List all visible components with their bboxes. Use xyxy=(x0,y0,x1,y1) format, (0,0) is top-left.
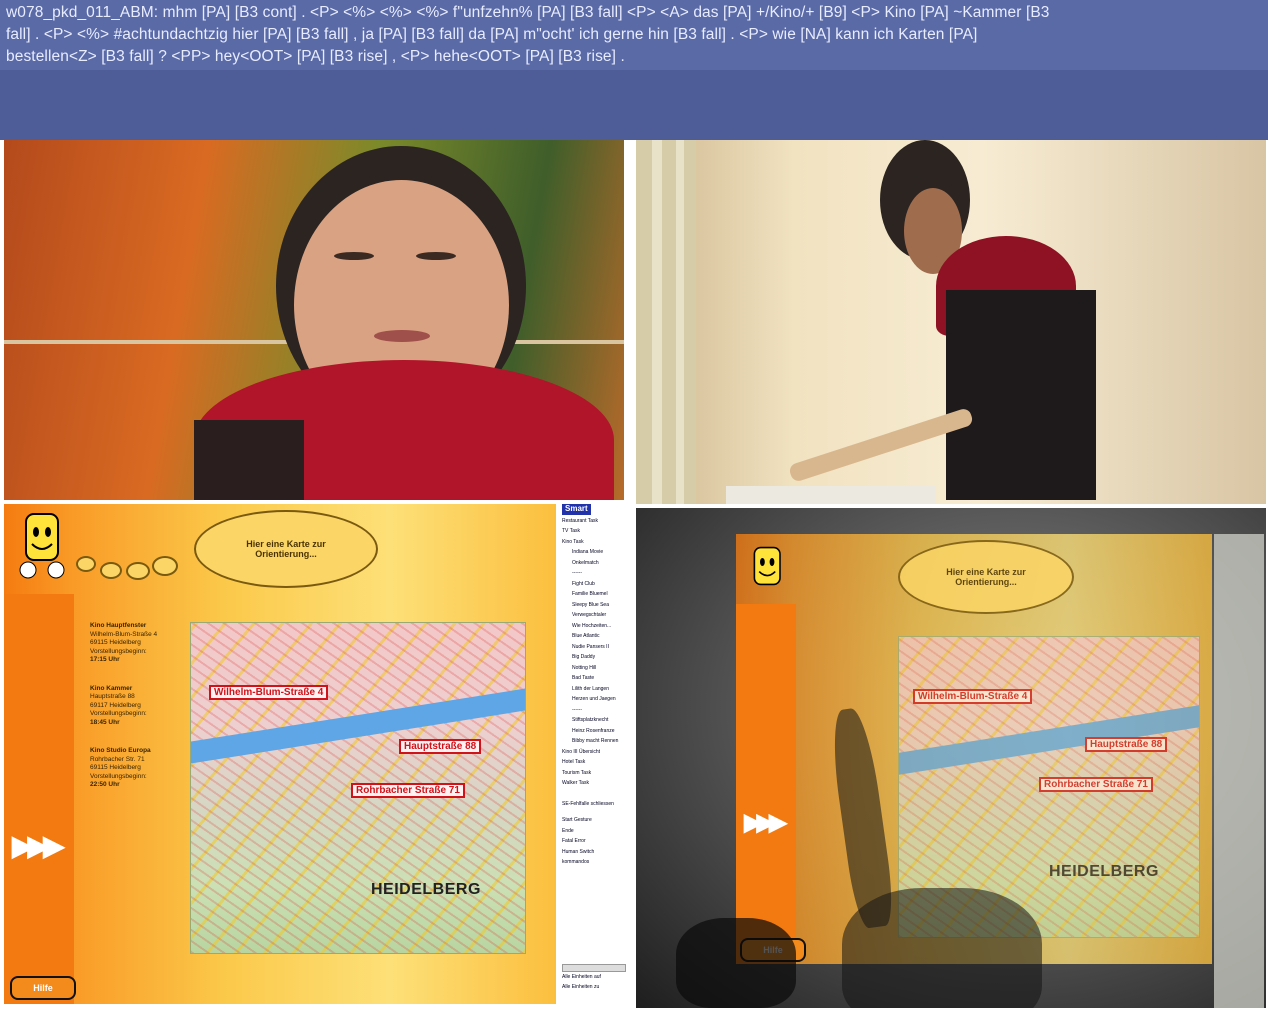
projected-task-tree xyxy=(1214,534,1264,1008)
projected-gui-view: Hier eine Karte zur Orientierung... Wilh… xyxy=(636,508,1266,1008)
tree-item[interactable]: Alle Einheiten auf xyxy=(558,972,601,983)
smartakus-mascot-icon xyxy=(19,513,65,579)
hilfe-button[interactable]: Hilfe xyxy=(10,976,76,1000)
tree-item[interactable]: Sleepy Blue Sea xyxy=(558,600,628,611)
transcript-line-2: fall] . <P> <%> #achtundachtzig hier [PA… xyxy=(6,26,978,43)
cinema-entry: Kino Studio Europa Rohrbacher Str. 71 69… xyxy=(90,747,151,788)
tree-item[interactable]: Walker Task xyxy=(558,778,628,789)
tree-item[interactable]: Herzen und Jaegen xyxy=(558,694,628,705)
speech-line-2: Orientierung... xyxy=(255,549,317,559)
map-marker-label-1[interactable]: Wilhelm-Blum-Straße 4 xyxy=(209,685,329,700)
tree-item[interactable]: Alle Einheiten zu xyxy=(558,982,599,993)
tree-item[interactable]: Big Daddy xyxy=(558,652,628,663)
arm-shadow xyxy=(842,888,1042,1008)
tree-item[interactable]: Restaurant Task xyxy=(558,516,628,527)
tree-item[interactable]: Heinz Rosenfranze xyxy=(558,726,628,737)
tree-item[interactable]: Familie Bluemel xyxy=(558,589,628,600)
map-city-name: HEIDELBERG xyxy=(371,881,481,898)
app-left-band xyxy=(4,594,74,1004)
tree-scrollbar[interactable] xyxy=(562,964,626,972)
cinema-entry: Kino Kammer Hauptstraße 88 69117 Heidelb… xyxy=(90,684,147,726)
tree-item[interactable]: TV Task xyxy=(558,526,628,537)
tree-item[interactable]: Verwegschtaler xyxy=(558,610,628,621)
tree-footer-item[interactable]: kommandos xyxy=(558,857,628,868)
city-map[interactable]: Wilhelm-Blum-Straße 4 Hauptstraße 88 Roh… xyxy=(190,622,526,954)
transcript-band: w078_pkd_011_ABM: mhm [PA] [B3 cont] . <… xyxy=(0,0,1268,140)
tree-item[interactable]: Nudie Pansers II xyxy=(558,642,628,653)
map-marker-label-2[interactable]: Hauptstraße 88 xyxy=(399,739,482,754)
gui-screen-capture: Hier eine Karte zur Orientierung... Kino… xyxy=(4,504,628,1004)
forward-arrows-icon[interactable]: ▶▶▶ xyxy=(12,829,65,862)
tree-item[interactable]: Lilith der Langen xyxy=(558,684,628,695)
side-camera-view xyxy=(636,140,1266,504)
tree-item[interactable]: Tourism Task xyxy=(558,768,628,779)
face-camera-view xyxy=(4,140,624,500)
tree-footer-item[interactable]: Human Switch xyxy=(558,847,628,858)
tree-footer-item[interactable]: Fatal Error xyxy=(558,836,628,847)
task-tree-panel: Smart Restaurant Task TV Task Kino Task … xyxy=(558,504,628,1004)
tree-item[interactable]: Bibby macht Rennen xyxy=(558,736,628,747)
tree-item[interactable]: Notting Hill xyxy=(558,663,628,674)
map-marker-label-3[interactable]: Rohrbacher Straße 71 xyxy=(351,783,465,798)
tree-item[interactable]: Bad Taste xyxy=(558,673,628,684)
tree-item[interactable]: Indiana Movie xyxy=(558,547,628,558)
cinema-entry: Kino Hauptfenster Wilhelm-Blum-Straße 4 … xyxy=(90,622,158,663)
speech-bubble: Hier eine Karte zur Orientierung... xyxy=(194,510,378,588)
tree-item[interactable]: Wie Hochzeiten... xyxy=(558,621,628,632)
tree-item[interactable]: Kino Task xyxy=(558,537,628,548)
projected-forward-arrows-icon[interactable]: ▶▶▶ xyxy=(744,808,787,837)
second-hand-shadow xyxy=(676,918,796,1008)
tree-item[interactable]: Fight Club xyxy=(558,579,628,590)
cinema-list: Kino Hauptfenster Wilhelm-Blum-Straße 4 … xyxy=(90,622,190,810)
smart-logo: Smart xyxy=(562,504,591,515)
speech-line-1: Hier eine Karte zur xyxy=(246,539,326,549)
transcript-line-3: bestellen<Z> [B3 fall] ? <PP> hey<OOT> [… xyxy=(6,48,625,65)
tree-footer-item[interactable]: SE-Fehlfalle schliessen xyxy=(558,799,628,810)
tree-item[interactable]: ------ xyxy=(558,705,628,716)
tree-item[interactable]: Onkelmatch xyxy=(558,558,628,569)
tree-item[interactable]: Blue Atlantic xyxy=(558,631,628,642)
tree-item[interactable]: Stiftsplatzknecht xyxy=(558,715,628,726)
tree-item[interactable]: Hotel Task xyxy=(558,757,628,768)
projected-app-left-band xyxy=(736,604,796,964)
tree-item[interactable]: ------ xyxy=(558,568,628,579)
projected-mascot-icon xyxy=(753,546,781,586)
projected-speech-bubble: Hier eine Karte zur Orientierung... xyxy=(898,540,1074,614)
tree-footer-item[interactable]: Ende xyxy=(558,826,628,837)
tree-footer-item[interactable]: Start Gesture xyxy=(558,815,628,826)
transcript-line-1: w078_pkd_011_ABM: mhm [PA] [B3 cont] . <… xyxy=(6,4,1050,21)
tree-item[interactable]: Kino III Übersicht xyxy=(558,747,628,758)
